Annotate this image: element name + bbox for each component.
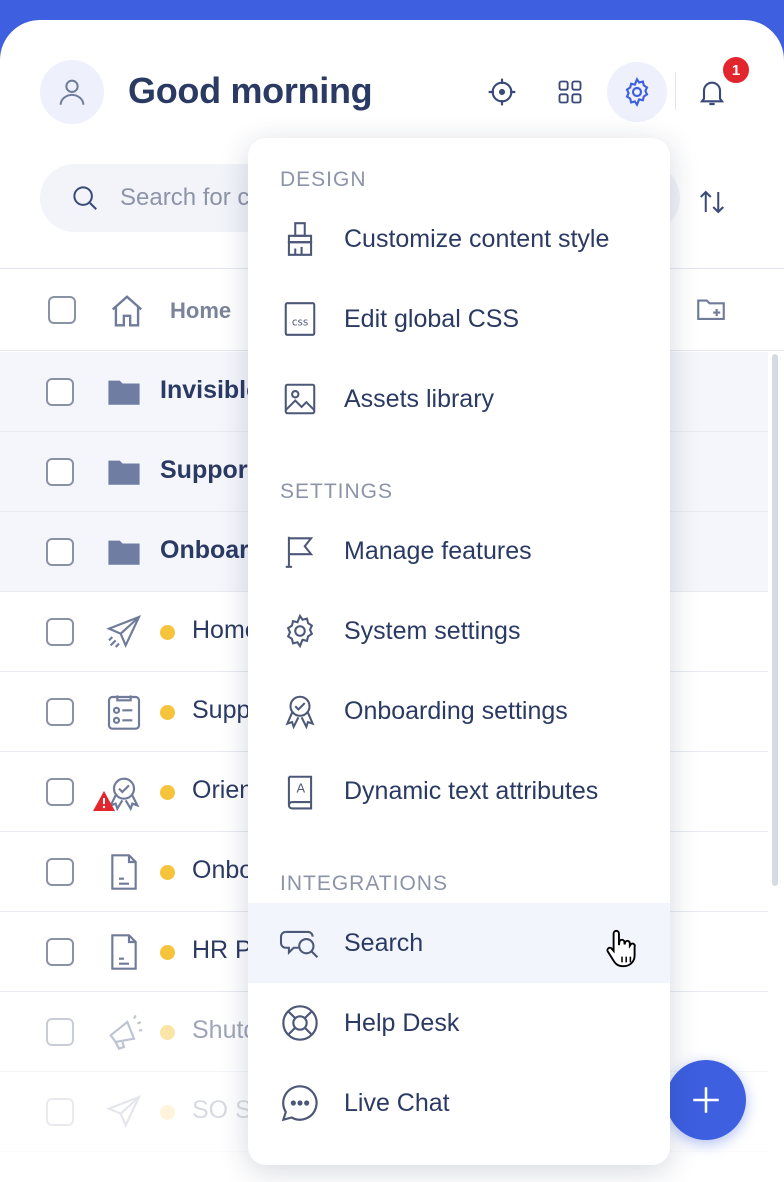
section-title-settings: SETTINGS: [280, 480, 394, 503]
settings-button[interactable]: [607, 62, 667, 122]
row-checkbox[interactable]: [46, 618, 74, 646]
row-checkbox[interactable]: [46, 778, 74, 806]
menu-item-live-chat[interactable]: Live Chat: [248, 1063, 670, 1143]
gear-icon: [278, 609, 322, 653]
row-checkbox[interactable]: [46, 698, 74, 726]
document-icon: [102, 930, 146, 974]
gear-icon: [625, 77, 649, 107]
menu-item-label: Assets library: [344, 384, 495, 413]
search-icon: [73, 186, 97, 210]
bell-icon: [699, 81, 725, 106]
badge-check-icon: [278, 689, 322, 733]
text-book-icon: A: [278, 769, 322, 813]
menu-item-help-desk[interactable]: Help Desk: [248, 983, 670, 1063]
checklist-icon: [102, 690, 146, 734]
paper-plane-icon: [102, 1090, 146, 1134]
add-button[interactable]: [666, 1060, 746, 1140]
document-icon: [102, 850, 146, 894]
lifebuoy-icon: [278, 1001, 322, 1045]
home-icon[interactable]: [108, 292, 146, 330]
status-dot: [160, 705, 175, 720]
status-dot: [160, 865, 175, 880]
brush-icon: [278, 217, 322, 261]
menu-item-label: Onboarding settings: [344, 696, 568, 725]
row-checkbox[interactable]: [46, 1098, 74, 1126]
menu-item-system-settings[interactable]: System settings: [248, 591, 670, 671]
megaphone-icon: [102, 1010, 146, 1054]
status-dot: [160, 945, 175, 960]
status-dot: [160, 1105, 175, 1120]
sort-button[interactable]: [690, 180, 734, 224]
crosshair-icon: [488, 78, 516, 106]
menu-item-label: Customize content style: [344, 224, 610, 253]
row-checkbox[interactable]: [46, 938, 74, 966]
menu-item-label: Help Desk: [344, 1008, 460, 1037]
status-dot: [160, 1025, 175, 1040]
notification-badge: 1: [720, 54, 752, 86]
menu-item-edit-global-css[interactable]: css Edit global CSS: [248, 279, 670, 359]
flag-icon: [278, 529, 322, 573]
menu-item-manage-features[interactable]: Manage features: [248, 511, 670, 591]
menu-item-label: Manage features: [344, 536, 532, 565]
sort-arrows-icon: [700, 190, 724, 214]
row-label: Support: [160, 456, 256, 484]
css-file-icon: css: [278, 297, 322, 341]
chat-bubble-icon: [278, 1081, 322, 1125]
folder-icon: [102, 530, 146, 574]
paper-plane-icon: [102, 610, 146, 654]
user-icon: [59, 79, 85, 105]
folder-icon: [102, 450, 146, 494]
target-button[interactable]: [472, 62, 532, 122]
new-folder-icon[interactable]: [694, 292, 728, 326]
scrollbar[interactable]: [772, 354, 778, 886]
settings-menu: DESIGN Customize content style css Edit …: [248, 138, 670, 1165]
breadcrumb-home[interactable]: Home: [170, 298, 231, 324]
menu-item-label: Edit global CSS: [344, 304, 520, 333]
grid-icon: [558, 80, 582, 104]
menu-item-customize-content-style[interactable]: Customize content style: [248, 199, 670, 279]
menu-item-dynamic-text-attributes[interactable]: A Dynamic text attributes: [248, 751, 670, 831]
section-title-design: DESIGN: [280, 168, 367, 191]
menu-item-assets-library[interactable]: Assets library: [248, 359, 670, 439]
row-checkbox[interactable]: [46, 858, 74, 886]
row-checkbox[interactable]: [46, 1018, 74, 1046]
row-checkbox[interactable]: [46, 538, 74, 566]
row-checkbox[interactable]: [46, 378, 74, 406]
section-title-integrations: INTEGRATIONS: [280, 872, 448, 895]
row-label: SO S: [192, 1096, 252, 1124]
status-dot: [160, 625, 175, 640]
plus-icon: [693, 1087, 719, 1113]
avatar[interactable]: [40, 60, 104, 124]
warning-icon: [93, 791, 115, 811]
menu-item-label: Search: [344, 928, 424, 957]
select-all-checkbox[interactable]: [48, 296, 76, 324]
hand-cursor-icon: [606, 929, 636, 968]
svg-text:A: A: [296, 781, 305, 796]
chat-search-icon: [278, 921, 322, 965]
page-title: Good morning: [128, 70, 373, 111]
menu-item-onboarding-settings[interactable]: Onboarding settings: [248, 671, 670, 751]
row-checkbox[interactable]: [46, 458, 74, 486]
header-divider: [675, 72, 676, 110]
svg-text:css: css: [292, 316, 308, 328]
menu-item-label: Dynamic text attributes: [344, 776, 599, 805]
menu-item-label: Live Chat: [344, 1088, 450, 1117]
folder-icon: [102, 370, 146, 414]
image-icon: [278, 377, 322, 421]
menu-item-label: System settings: [344, 616, 521, 645]
apps-button[interactable]: [540, 62, 600, 122]
status-dot: [160, 785, 175, 800]
